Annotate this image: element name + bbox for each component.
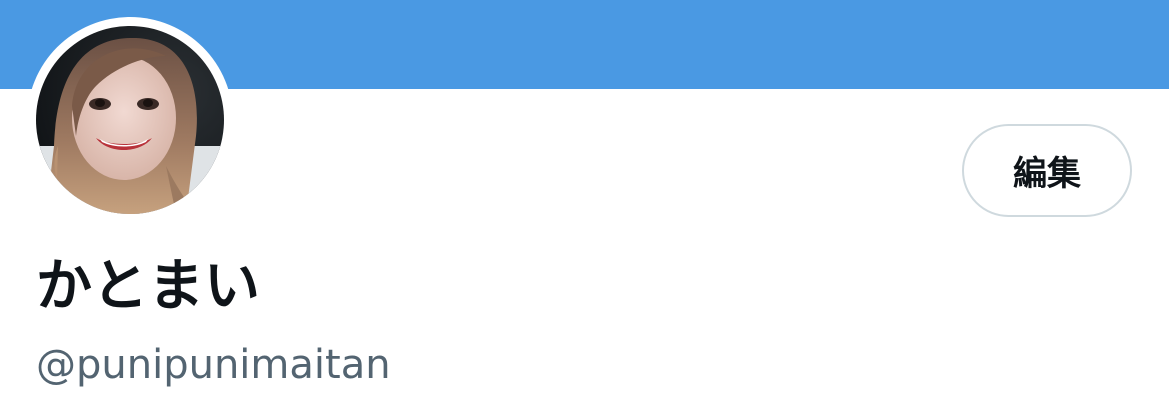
profile-display-name: かとまい <box>36 254 260 319</box>
profile-handle: @punipunimaitan <box>36 342 391 388</box>
edit-profile-button[interactable]: 編集 <box>962 124 1132 217</box>
profile-header: 編集 かとまい @punipunimaitan <box>0 0 1169 406</box>
avatar[interactable] <box>36 26 224 214</box>
avatar-photo <box>36 26 224 214</box>
